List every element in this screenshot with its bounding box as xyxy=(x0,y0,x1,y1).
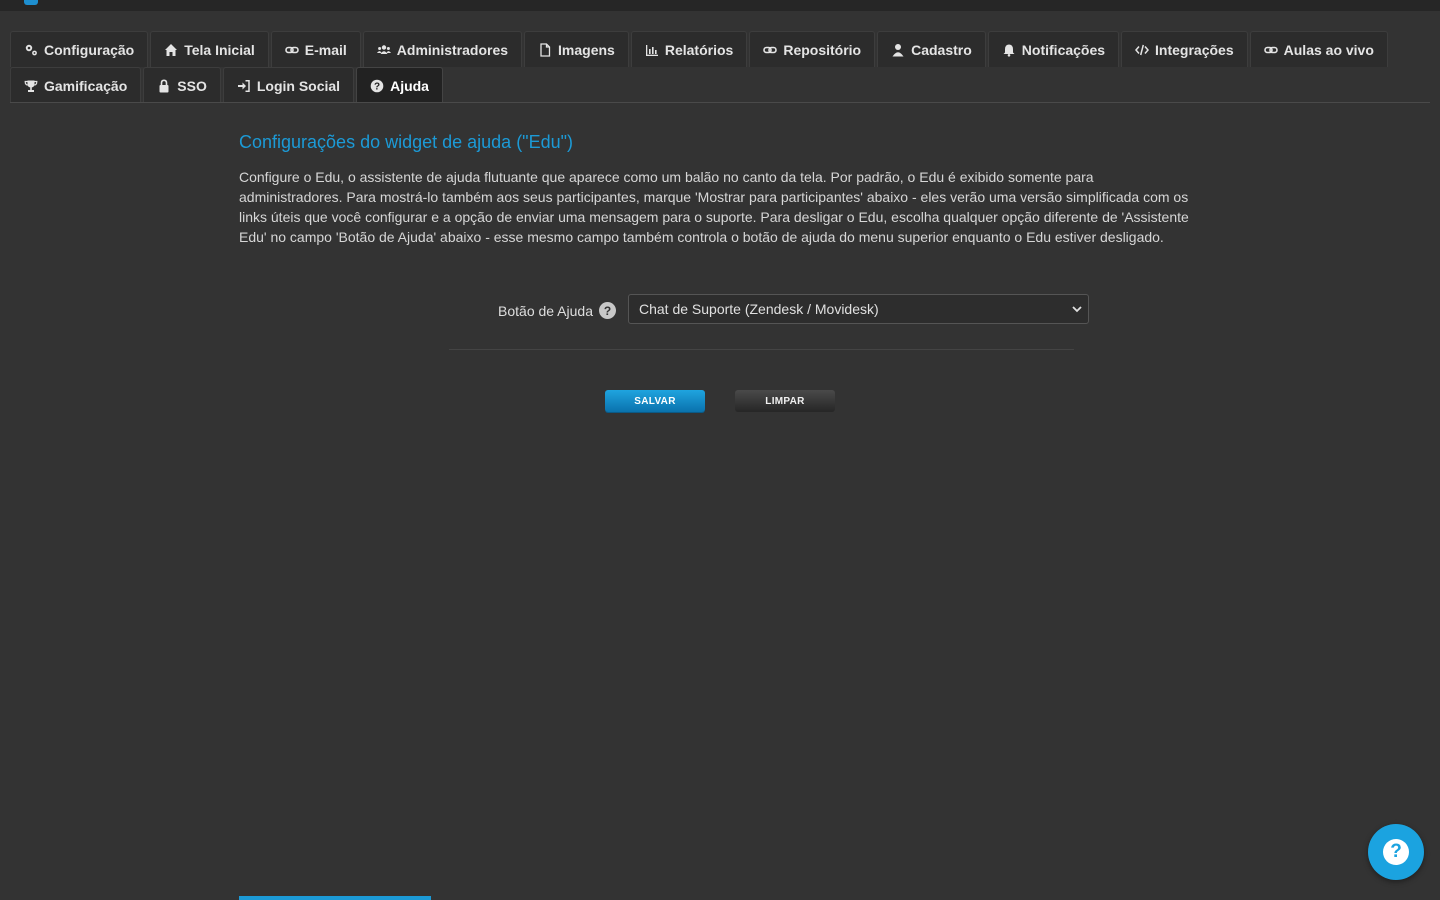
bar-chart-icon xyxy=(645,43,659,57)
users-icon xyxy=(376,43,391,57)
tab-gamificacao[interactable]: Gamificação xyxy=(10,67,142,103)
tab-sso[interactable]: SSO xyxy=(143,67,221,103)
tab-label: SSO xyxy=(177,77,207,94)
tab-label: Imagens xyxy=(558,41,615,58)
tab-configuracao[interactable]: Configuração xyxy=(10,31,149,67)
tab-label: Tela Inicial xyxy=(184,41,255,58)
top-bar xyxy=(0,0,1440,11)
help-button-select[interactable]: Chat de Suporte (Zendesk / Movidesk) xyxy=(628,294,1089,324)
question-icon: ? xyxy=(1383,839,1409,865)
tab-aulas-ao-vivo[interactable]: Aulas ao vivo xyxy=(1249,31,1388,67)
gears-icon xyxy=(24,43,38,57)
link-icon xyxy=(1263,43,1278,57)
sign-in-icon xyxy=(237,79,251,93)
tab-repositorio[interactable]: Repositório xyxy=(749,31,876,67)
tab-label: Cadastro xyxy=(911,41,972,58)
code-icon xyxy=(1135,43,1150,57)
help-widget-settings: Configurações do widget de ajuda ("Edu")… xyxy=(239,132,1199,412)
form-divider xyxy=(449,349,1074,350)
help-button-selected-value: Chat de Suporte (Zendesk / Movidesk) xyxy=(639,301,879,317)
tab-row-2: Gamificação SSO Login Social ? Ajuda xyxy=(10,67,1430,103)
tab-label: Notificações xyxy=(1021,41,1106,58)
bottom-accent-bar xyxy=(239,896,431,900)
tab-tela-inicial[interactable]: Tela Inicial xyxy=(150,31,269,67)
svg-text:?: ? xyxy=(374,81,380,92)
link-icon xyxy=(763,43,778,57)
help-tooltip-icon[interactable]: ? xyxy=(599,302,616,319)
tabs-divider xyxy=(10,102,1430,103)
tab-notificacoes[interactable]: Notificações xyxy=(987,31,1120,67)
save-button[interactable]: SALVAR xyxy=(605,390,705,412)
tab-ajuda[interactable]: ? Ajuda xyxy=(356,67,443,103)
tab-label: Integrações xyxy=(1155,41,1234,58)
question-circle-icon: ? xyxy=(370,79,384,93)
home-icon xyxy=(164,43,178,57)
help-button-label-wrap: Botão de Ajuda ? xyxy=(498,302,616,319)
tab-email[interactable]: E-mail xyxy=(270,31,361,67)
logo xyxy=(24,0,38,5)
bell-icon xyxy=(1002,43,1016,57)
help-button-label: Botão de Ajuda xyxy=(498,302,593,319)
settings-tabs: Configuração Tela Inicial E-mail Adminis… xyxy=(10,31,1430,103)
tab-label: Relatórios xyxy=(664,41,734,58)
tab-label: Ajuda xyxy=(390,77,429,94)
tab-label: Gamificação xyxy=(44,77,128,94)
trophy-icon xyxy=(24,79,38,93)
file-icon xyxy=(538,42,552,57)
tab-relatorios[interactable]: Relatórios xyxy=(630,31,748,67)
tab-label: E-mail xyxy=(304,41,347,58)
section-description: Configure o Edu, o assistente de ajuda f… xyxy=(239,169,1189,245)
tab-label: Administradores xyxy=(396,41,509,58)
tab-row-1: Configuração Tela Inicial E-mail Adminis… xyxy=(10,31,1430,67)
user-icon xyxy=(891,43,905,57)
tab-label: Login Social xyxy=(256,77,341,94)
help-button-row: Botão de Ajuda ? Chat de Suporte (Zendes… xyxy=(239,294,1199,324)
tab-imagens[interactable]: Imagens xyxy=(524,31,629,67)
lock-icon xyxy=(157,78,171,93)
chevron-down-icon xyxy=(1072,306,1082,313)
tab-administradores[interactable]: Administradores xyxy=(362,31,523,67)
tab-cadastro[interactable]: Cadastro xyxy=(877,31,986,67)
link-icon xyxy=(284,43,299,57)
tab-label: Aulas ao vivo xyxy=(1283,41,1374,58)
section-title: Configurações do widget de ajuda ("Edu") xyxy=(239,132,573,152)
tab-label: Repositório xyxy=(783,41,862,58)
tab-label: Configuração xyxy=(44,41,135,58)
tab-integracoes[interactable]: Integrações xyxy=(1121,31,1248,67)
tab-login-social[interactable]: Login Social xyxy=(222,67,355,103)
clear-button[interactable]: LIMPAR xyxy=(735,390,835,412)
help-fab-button[interactable]: ? xyxy=(1368,824,1424,880)
